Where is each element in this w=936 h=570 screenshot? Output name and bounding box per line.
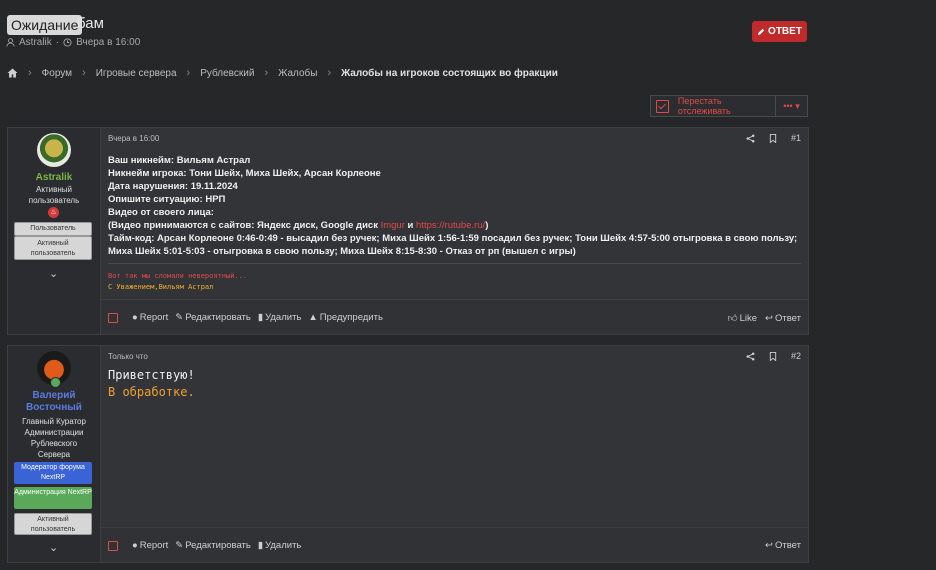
post-1: Astralik Активный пользователь ♨ Пользов… — [7, 127, 809, 335]
reply-button[interactable]: ОТВЕТ — [752, 21, 807, 42]
post-username[interactable]: Astralik — [8, 172, 100, 183]
user-badge-icon: ♨ — [48, 207, 59, 218]
report-icon: ● — [132, 312, 138, 323]
post-tools: #1 — [746, 133, 801, 143]
breadcrumb-item-current[interactable]: Жалобы на игроков состоящих во фракции — [341, 68, 558, 79]
warn-button[interactable]: ▲ Предупредить — [308, 312, 383, 323]
reply-icon: ↩ — [765, 540, 773, 551]
thumbs-up-icon: 👍︎ — [727, 313, 738, 324]
post-2: Валерий Восточный Главный Куратор Админи… — [7, 345, 809, 563]
imgur-link[interactable]: Imgur — [381, 220, 405, 231]
chevron-right-icon: › — [327, 67, 332, 79]
share-icon[interactable] — [746, 352, 755, 361]
online-status-icon — [50, 377, 61, 388]
signature-line: С Уважением,Вильям Астрал — [108, 283, 214, 291]
breadcrumb-item-forum[interactable]: Форум — [42, 68, 72, 79]
post-footer: ● Report ✎ Редактировать ▮ Удалить ↩ Ответ — [101, 527, 808, 562]
bookmark-icon[interactable] — [769, 133, 777, 143]
checkbox-checked-icon — [656, 99, 669, 113]
rutube-link[interactable]: https://rutube.ru/ — [416, 220, 485, 231]
select-post-checkbox[interactable] — [108, 312, 118, 323]
post-username[interactable]: Валерий Восточный — [19, 390, 89, 414]
chevron-right-icon: › — [82, 67, 86, 79]
user-banner: Активный пользователь — [14, 513, 92, 535]
bookmark-icon[interactable] — [769, 351, 777, 361]
post-number[interactable]: #1 — [791, 133, 801, 143]
avatar[interactable] — [37, 133, 71, 167]
post-body: Ваш никнейм: Вильям Астрал Никнейм игрок… — [108, 155, 798, 257]
quote-reply-button[interactable]: ↩ Ответ — [765, 540, 801, 551]
post-user-panel: Валерий Восточный Главный Куратор Админи… — [8, 346, 101, 562]
thread-author[interactable]: Astralik — [19, 37, 52, 48]
trash-icon: ▮ — [257, 312, 264, 323]
chevron-down-icon[interactable]: ⌄ — [49, 267, 58, 280]
more-options-button[interactable]: ••• ▾ — [775, 95, 808, 117]
user-banner: Активный пользователь — [14, 236, 92, 260]
breadcrumb: › Форум › Игровые сервера › Рублевский ›… — [7, 67, 558, 79]
user-icon — [6, 38, 15, 47]
thread-prefix[interactable]: Ожидание — [7, 15, 83, 35]
chevron-right-icon: › — [186, 67, 191, 79]
edit-button[interactable]: ✎ Редактировать — [175, 540, 251, 551]
pencil-icon — [757, 28, 765, 35]
warning-icon: ▲ — [308, 312, 318, 323]
post-footer: ● Report ✎ Редактировать ▮ Удалить ▲ Предупр… — [101, 299, 808, 334]
thread-title: бам — [77, 15, 104, 32]
breadcrumb-item-server[interactable]: Рублевский — [200, 68, 254, 79]
post-user-panel: Astralik Активный пользователь ♨ Пользов… — [8, 128, 101, 334]
reply-icon: ↩ — [765, 312, 773, 324]
trash-icon: ▮ — [257, 540, 264, 551]
signature-line: Вот так мы сломали невероятный... — [108, 272, 248, 280]
report-button[interactable]: ● Report — [132, 540, 168, 551]
edit-button[interactable]: ✎ Редактировать — [175, 312, 251, 323]
pencil-icon: ✎ — [175, 540, 184, 551]
pencil-icon: ✎ — [175, 312, 184, 323]
post-time[interactable]: Вчера в 16:00 — [108, 134, 159, 143]
breadcrumb-item-complaints[interactable]: Жалобы — [278, 68, 317, 79]
like-button[interactable]: 👍︎ Like — [728, 312, 757, 324]
breadcrumb-item-servers[interactable]: Игровые сервера — [96, 68, 177, 79]
status-processing: В обработке. — [108, 385, 195, 399]
thread-time[interactable]: Вчера в 16:00 — [76, 37, 140, 48]
post-user-title: Активный пользователь — [28, 185, 80, 205]
post-user-title: Главный Куратор Администрации Рублевског… — [22, 417, 86, 459]
select-post-checkbox[interactable] — [108, 540, 118, 551]
chevron-right-icon: › — [28, 67, 32, 79]
user-banner: Модератор форума NextRP — [14, 462, 92, 484]
delete-button[interactable]: ▮ Удалить — [258, 540, 302, 551]
unwatch-button[interactable]: Перестать отслеживать — [650, 95, 777, 117]
post-tools: #2 — [746, 351, 801, 361]
delete-button[interactable]: ▮ Удалить — [258, 312, 302, 323]
chevron-down-icon[interactable]: ⌄ — [49, 541, 58, 554]
signature-divider — [108, 263, 801, 264]
post-body: Приветствую! В обработке. — [108, 368, 195, 399]
post-time[interactable]: Только что — [108, 352, 148, 361]
quote-reply-button[interactable]: ↩ Ответ — [765, 313, 801, 324]
post-content: Вчера в 16:00 #1 Ваш никнейм: Вильям Аст… — [101, 128, 808, 334]
report-button[interactable]: ● Report — [132, 312, 168, 323]
chevron-down-icon: ▾ — [795, 100, 800, 111]
post-content: Только что #2 Приветствую! В обработке. … — [101, 346, 808, 562]
thread-meta: Astralik · Вчера в 16:00 — [6, 37, 140, 48]
post-number[interactable]: #2 — [791, 351, 801, 361]
user-banner: Администрация NextRP — [14, 487, 92, 509]
home-icon[interactable] — [7, 68, 18, 78]
user-banner: Пользователь — [14, 222, 92, 236]
report-icon: ● — [132, 540, 138, 551]
share-icon[interactable] — [746, 134, 755, 143]
clock-icon — [63, 38, 72, 47]
chevron-right-icon: › — [264, 67, 269, 79]
